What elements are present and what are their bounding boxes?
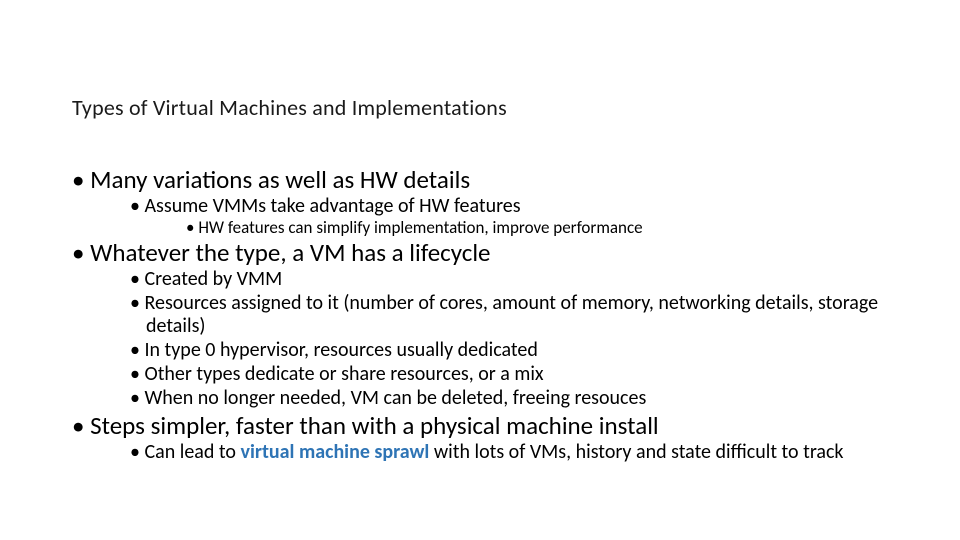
bullet-l1: Steps simpler, faster than with a physic…	[72, 412, 892, 464]
slide-title: Types of Virtual Machines and Implementa…	[72, 94, 507, 121]
bullet-l2: Other types dedicate or share resources,…	[130, 363, 892, 386]
slide-content: Many variations as well as HW details As…	[72, 166, 892, 466]
bullet-text-prefix: Can lead to	[144, 440, 240, 464]
bullet-text-suffix: with lots of VMs, history and state diff…	[429, 440, 843, 464]
slide: Types of Virtual Machines and Implementa…	[0, 0, 960, 540]
bullet-l2: Can lead to virtual machine sprawl with …	[130, 441, 892, 464]
highlighted-term: virtual machine sprawl	[240, 440, 429, 464]
bullet-l2: Created by VMM	[130, 268, 892, 291]
bullet-l3: HW features can simplify implementation,…	[186, 218, 892, 238]
bullet-text: Steps simpler, faster than with a physic…	[90, 410, 659, 441]
bullet-l2: When no longer needed, VM can be deleted…	[130, 387, 892, 410]
bullet-l2: Assume VMMs take advantage of HW feature…	[130, 195, 892, 238]
bullet-text: HW features can simplify implementation,…	[198, 217, 642, 238]
bullet-list-level-3: HW features can simplify implementation,…	[186, 218, 892, 238]
bullet-text: Created by VMM	[144, 267, 282, 291]
bullet-text: Assume VMMs take advantage of HW feature…	[144, 194, 520, 218]
bullet-text: Whatever the type, a VM has a lifecycle	[90, 237, 490, 268]
bullet-text: Many variations as well as HW details	[90, 164, 470, 195]
bullet-text: In type 0 hypervisor, resources usually …	[144, 338, 537, 362]
bullet-list-level-2: Created by VMM Resources assigned to it …	[130, 268, 892, 410]
bullet-l2: Resources assigned to it (number of core…	[130, 292, 892, 338]
bullet-text: Other types dedicate or share resources,…	[144, 362, 543, 386]
bullet-l1: Many variations as well as HW details As…	[72, 166, 892, 237]
bullet-l1: Whatever the type, a VM has a lifecycle …	[72, 239, 892, 410]
bullet-l2: In type 0 hypervisor, resources usually …	[130, 339, 892, 362]
bullet-list-level-2: Assume VMMs take advantage of HW feature…	[130, 195, 892, 238]
bullet-text: When no longer needed, VM can be deleted…	[144, 386, 646, 410]
bullet-list-level-2: Can lead to virtual machine sprawl with …	[130, 441, 892, 464]
bullet-text: Resources assigned to it (number of core…	[144, 291, 878, 338]
bullet-list-level-1: Many variations as well as HW details As…	[72, 166, 892, 464]
